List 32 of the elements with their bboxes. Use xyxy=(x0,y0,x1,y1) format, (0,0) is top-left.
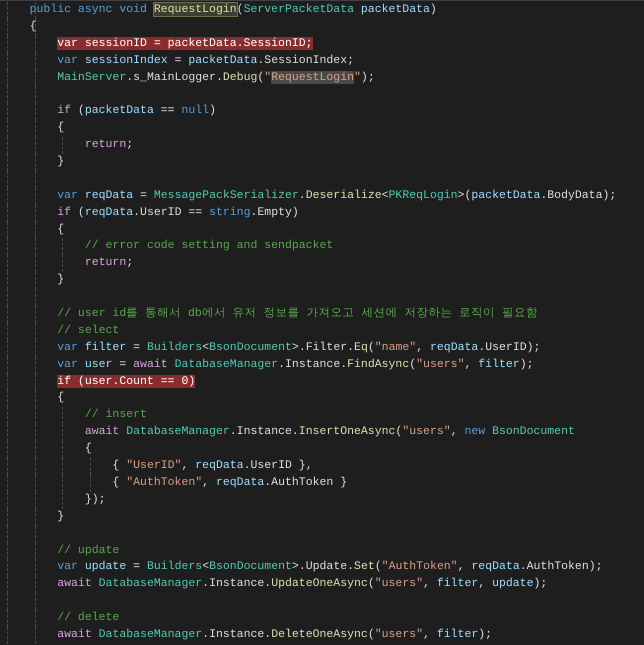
code-line: { xyxy=(30,20,37,33)
code-line: // error code setting and sendpacket xyxy=(84,239,334,252)
code-line: var update = Builders<BsonDocument>.Update.Set("AuthToken", reqData.AuthToken); xyxy=(57,560,603,574)
code-line: public async void RequestLogin(ServerPacketData packetData) xyxy=(30,3,437,16)
code-line: // user id를 통해서 db에서 유저 정보를 가져오고 세션에 저장하는 로직이 필요함 xyxy=(57,307,538,320)
code-line: if (packetData == null) xyxy=(57,104,216,118)
code-line: { xyxy=(84,442,92,456)
code-line: { xyxy=(57,391,64,404)
code-line: { "UserID", reqData.UserID }, xyxy=(112,459,313,472)
code-line: // delete xyxy=(57,611,120,624)
code-editor[interactable] xyxy=(0,0,644,645)
code-line: // insert xyxy=(84,408,147,422)
code-line: return; xyxy=(84,256,134,270)
code-line: { "AuthToken", reqData.AuthToken } xyxy=(112,476,348,489)
code-line: } xyxy=(57,510,64,523)
code-line: { xyxy=(57,121,64,134)
code-line: await DatabaseManager.Instance.UpdateOneAsync("users", filter, update); xyxy=(57,577,548,590)
code-line: return; xyxy=(84,138,134,152)
code-line: } xyxy=(57,155,64,168)
code-line: await DatabaseManager.Instance.InsertOneAsync("users", new BsonDocument xyxy=(84,425,575,438)
code-line: } xyxy=(57,273,64,286)
code-line: var sessionIndex = packetData.SessionIndex; xyxy=(57,54,354,67)
code-line: var user = await DatabaseManager.Instance.FindAsync("users", filter); xyxy=(57,358,534,371)
code-line: }); xyxy=(84,492,106,506)
code-line: if (reqData.UserID == string.Empty) xyxy=(57,206,299,219)
code-line: // update xyxy=(57,544,120,556)
code-line: MainServer.s_MainLogger.Debug("RequestLogin"); xyxy=(57,70,375,84)
code-line: await DatabaseManager.Instance.DeleteOneAsync("users", filter); xyxy=(57,628,492,641)
code-line: var filter = Builders<BsonDocument>.Filter.Eq("name", reqData.UserID); xyxy=(57,340,540,354)
code-line: var reqData = MessagePackSerializer.Deserialize<PKReqLogin>(packetData.BodyData); xyxy=(57,188,616,202)
code-line: // select xyxy=(57,324,120,337)
code-line: { xyxy=(57,222,64,236)
